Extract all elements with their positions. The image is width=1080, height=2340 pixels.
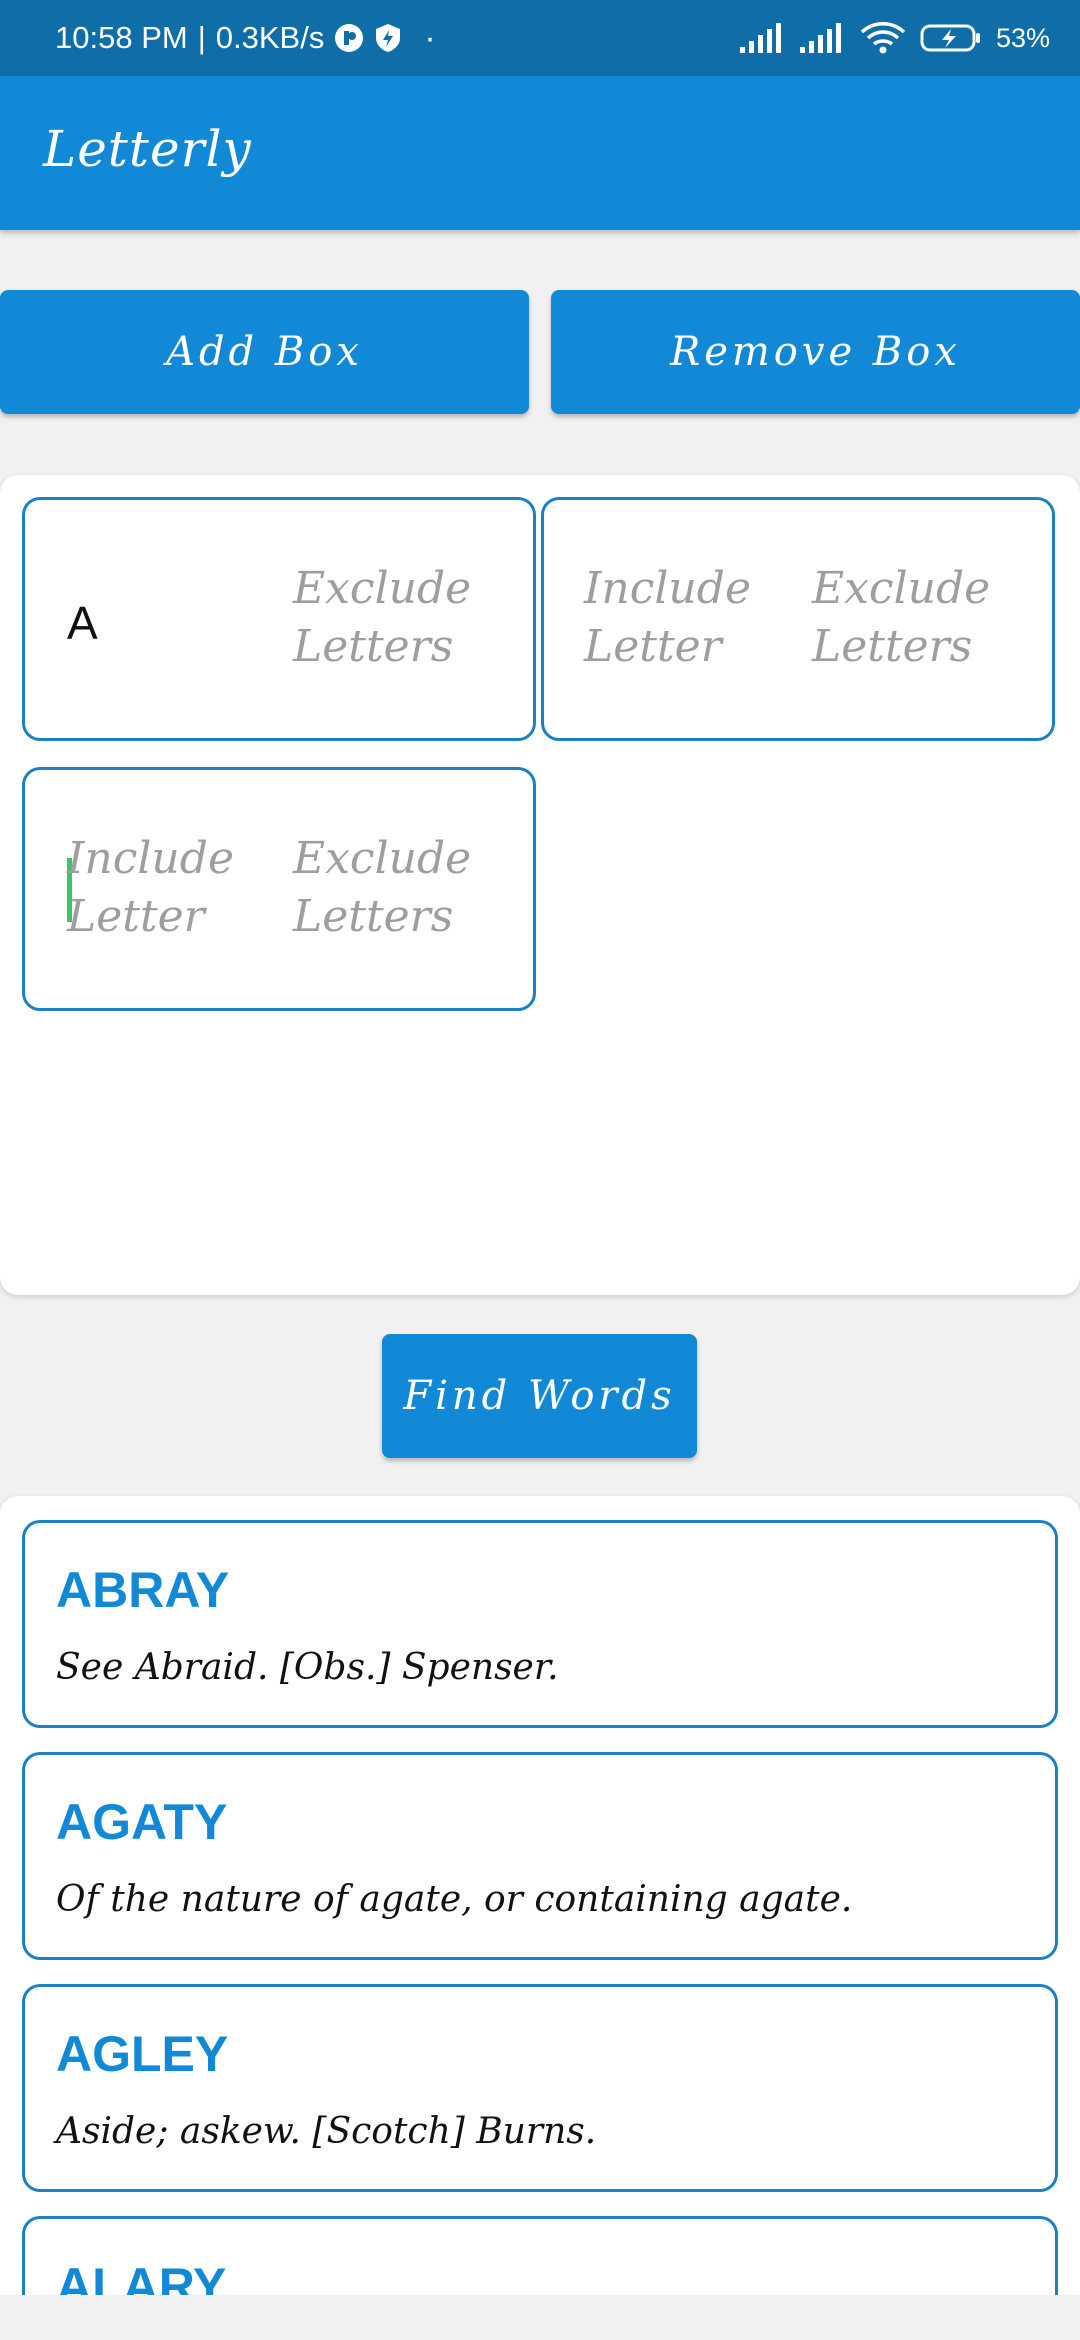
remove-box-button[interactable]: Remove Box — [551, 290, 1080, 414]
exclude-letters-input[interactable]: Exclude Letters — [812, 560, 1002, 676]
status-right: 53% — [739, 0, 1050, 76]
status-left: 10:58 PM | 0.3KB/s · — [55, 0, 436, 76]
exclude-letters-input[interactable]: Exclude Letters — [293, 830, 483, 946]
exclude-letters-input[interactable]: Exclude Letters — [293, 560, 483, 676]
result-word: AGATY — [56, 1794, 228, 1850]
include-letter-input[interactable]: Include Letter — [584, 560, 774, 676]
signal-icon — [799, 23, 846, 53]
result-word: ABRAY — [56, 1562, 230, 1618]
wifi-icon — [860, 21, 906, 55]
shield-bolt-icon — [374, 23, 402, 53]
bottom-edge — [0, 2295, 1080, 2340]
result-definition: See Abraid. [Obs.] Spenser. — [56, 1647, 559, 1688]
list-item[interactable]: AGLEY Aside; askew. [Scotch] Burns. — [22, 1984, 1058, 2192]
include-letter-input[interactable]: Include Letter — [67, 830, 257, 946]
add-box-button[interactable]: Add Box — [0, 290, 529, 414]
app-bar: Letterly — [0, 76, 1080, 230]
screen: 10:58 PM | 0.3KB/s · 53% Letterly Add Bo… — [0, 0, 1080, 2340]
results-list: ABRAY See Abraid. [Obs.] Spenser. AGATY … — [0, 1496, 1080, 2340]
find-words-button[interactable]: Find Words — [382, 1334, 697, 1458]
status-bar: 10:58 PM | 0.3KB/s · 53% — [0, 0, 1080, 76]
status-separator: | — [197, 20, 206, 55]
battery-charging-icon — [920, 23, 982, 53]
letter-boxes-panel: A Exclude Letters Include Letter Exclude… — [0, 475, 1080, 1295]
letter-box: Include Letter Exclude Letters — [541, 497, 1055, 741]
result-definition: Of the nature of agate, or containing ag… — [56, 1879, 853, 1920]
notification-app-icon — [334, 23, 364, 53]
app-title: Letterly — [43, 120, 252, 178]
letter-box: A Exclude Letters — [22, 497, 536, 741]
status-time: 10:58 PM — [55, 20, 188, 55]
status-dot: · — [424, 18, 436, 57]
result-definition: Aside; askew. [Scotch] Burns. — [56, 2111, 597, 2152]
list-item[interactable]: ABRAY See Abraid. [Obs.] Spenser. — [22, 1520, 1058, 1728]
battery-percent: 53% — [995, 22, 1050, 53]
result-word: AGLEY — [56, 2026, 229, 2082]
signal-icon — [739, 23, 786, 53]
status-network-speed: 0.3KB/s — [215, 20, 325, 55]
letter-box: Include Letter Exclude Letters — [22, 767, 536, 1011]
list-item[interactable]: AGATY Of the nature of agate, or contain… — [22, 1752, 1058, 1960]
include-letter-input[interactable]: A — [67, 594, 257, 652]
